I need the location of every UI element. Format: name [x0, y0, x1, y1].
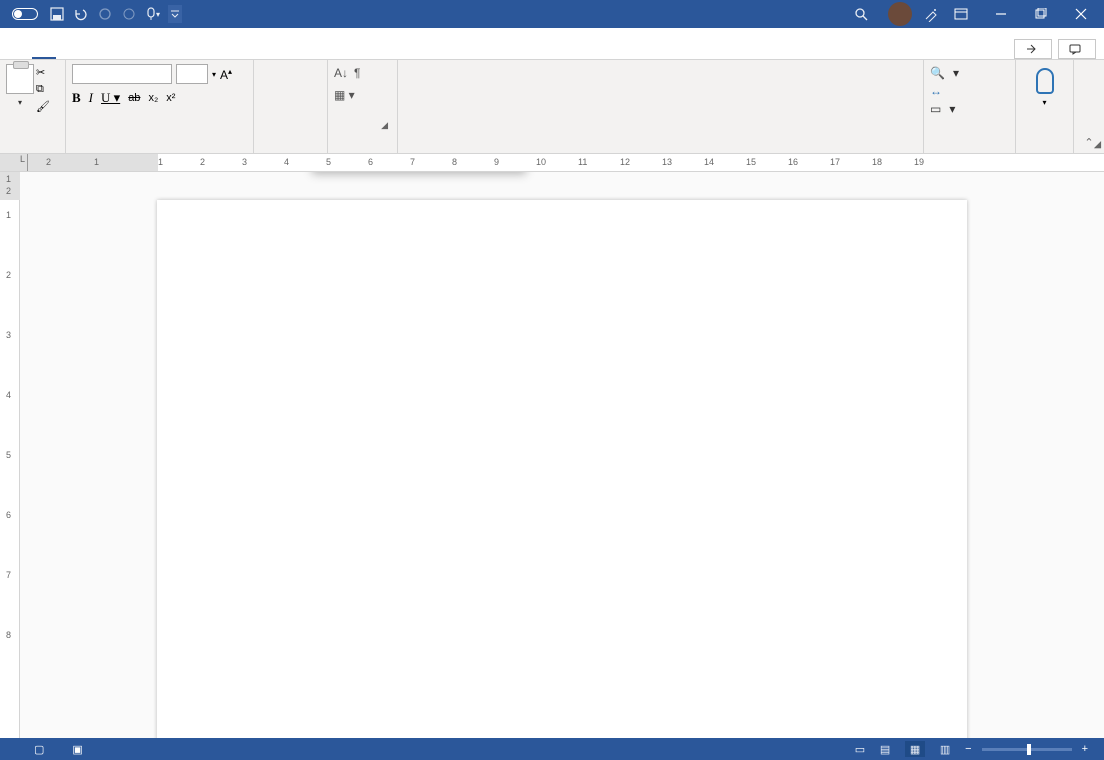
read-mode-icon[interactable]: ▤	[875, 741, 895, 757]
paragraph-label	[260, 149, 321, 151]
tab-nitro[interactable]	[380, 47, 404, 59]
para-launcher-icon[interactable]: ◢	[381, 120, 388, 131]
customize-qat-icon[interactable]	[168, 5, 182, 23]
font-group: ▾ A▴ B I U ▾ ab x₂ x² ◢	[66, 60, 254, 153]
dictate-ribbon-button[interactable]: ▾	[1022, 64, 1067, 107]
tab-view[interactable]	[332, 47, 356, 59]
comments-button[interactable]	[1058, 39, 1096, 59]
close-button[interactable]	[1062, 0, 1100, 28]
voice-label	[1022, 149, 1067, 151]
ribbon-tabs	[0, 28, 1104, 60]
undo-icon[interactable]	[72, 5, 90, 23]
font-name-input[interactable]	[72, 64, 172, 84]
clipboard-label	[6, 149, 59, 151]
paste-button[interactable]: ▾	[6, 64, 34, 113]
redo-icon[interactable]	[96, 5, 114, 23]
font-size-input[interactable]	[176, 64, 208, 84]
cut-icon[interactable]: ✂	[36, 66, 50, 79]
strike-button[interactable]: ab	[128, 92, 140, 104]
format-painter-icon[interactable]: 🖌	[36, 100, 50, 113]
work-area: Dictate ? 12 12345678	[0, 172, 1104, 738]
save-icon[interactable]	[48, 5, 66, 23]
clipboard-group: ▾ ✂ ⧉ 🖌 ◢	[0, 60, 66, 153]
ribbon: ▾ ✂ ⧉ 🖌 ◢ ▾ A▴ B I U ▾ ab x₂	[0, 60, 1104, 154]
tab-mailings[interactable]	[284, 47, 308, 59]
avatar	[888, 2, 912, 26]
user-account[interactable]	[882, 2, 912, 26]
copy-icon[interactable]: ⧉	[36, 83, 50, 96]
grow-font-icon[interactable]: A▴	[220, 67, 232, 82]
zoom-in-button[interactable]: +	[1082, 743, 1088, 755]
microphone-icon	[1036, 68, 1054, 94]
underline-button[interactable]: U ▾	[101, 90, 120, 106]
coming-soon-icon[interactable]	[922, 5, 940, 23]
tab-help[interactable]	[356, 47, 380, 59]
vertical-ruler[interactable]: 12 12345678	[0, 172, 20, 738]
zoom-out-button[interactable]: −	[965, 743, 971, 755]
bold-button[interactable]: B	[72, 90, 81, 106]
tab-home[interactable]	[32, 45, 56, 59]
subscript-button[interactable]: x₂	[148, 92, 158, 104]
search-icon[interactable]	[852, 5, 870, 23]
select-button[interactable]: ▭ ▾	[930, 100, 1009, 118]
dictate-qat-icon[interactable]: ▾	[144, 5, 162, 23]
border-icon[interactable]: ▦ ▾	[334, 88, 355, 102]
toggle-off-icon	[12, 8, 38, 20]
styles-group: ◢	[398, 60, 924, 153]
tab-review[interactable]	[308, 47, 332, 59]
title-bar: ▾	[0, 0, 1104, 28]
superscript-button[interactable]: x²	[166, 92, 175, 104]
minimize-button[interactable]	[982, 0, 1020, 28]
ribbon-display-icon[interactable]	[942, 0, 980, 28]
replace-button[interactable]: ↔	[930, 82, 1009, 100]
tab-design[interactable]	[80, 47, 104, 59]
voice-group: ▾	[1016, 60, 1074, 153]
sort-icon[interactable]: A↓	[334, 66, 348, 80]
italic-button[interactable]: I	[89, 90, 93, 106]
tab-insert[interactable]	[56, 47, 80, 59]
tab-file[interactable]	[8, 47, 32, 59]
zoom-slider[interactable]	[982, 748, 1072, 751]
font-label	[72, 149, 247, 151]
focus-mode[interactable]: ▭	[855, 743, 865, 756]
autosave-toggle[interactable]	[8, 8, 42, 20]
editing-group: 🔍 ▾ ↔ ▭ ▾	[924, 60, 1016, 153]
print-layout-icon[interactable]: ▦	[905, 741, 925, 757]
macro-icon[interactable]: ▣	[72, 743, 82, 756]
horizontal-ruler[interactable]: L 21 12345678910111213141516171819	[0, 154, 1104, 172]
find-button[interactable]: 🔍 ▾	[930, 64, 1009, 82]
pilcrow-icon[interactable]: ¶	[354, 66, 360, 80]
paste-icon	[6, 64, 34, 94]
share-button[interactable]	[1014, 39, 1052, 59]
spellcheck-icon[interactable]: ▢	[34, 743, 44, 756]
editing-label	[930, 149, 1009, 151]
web-layout-icon[interactable]: ▥	[935, 741, 955, 757]
document-page[interactable]	[157, 200, 967, 738]
maximize-button[interactable]	[1022, 0, 1060, 28]
status-bar: ▢ ▣ ▭ ▤ ▦ ▥ − +	[0, 738, 1104, 760]
touch-mode-icon[interactable]	[120, 5, 138, 23]
styles-launcher-icon[interactable]: ◢	[1094, 139, 1101, 150]
paragraph-group	[254, 60, 328, 153]
styles-label	[404, 149, 917, 151]
page-scroll[interactable]	[20, 172, 1104, 738]
